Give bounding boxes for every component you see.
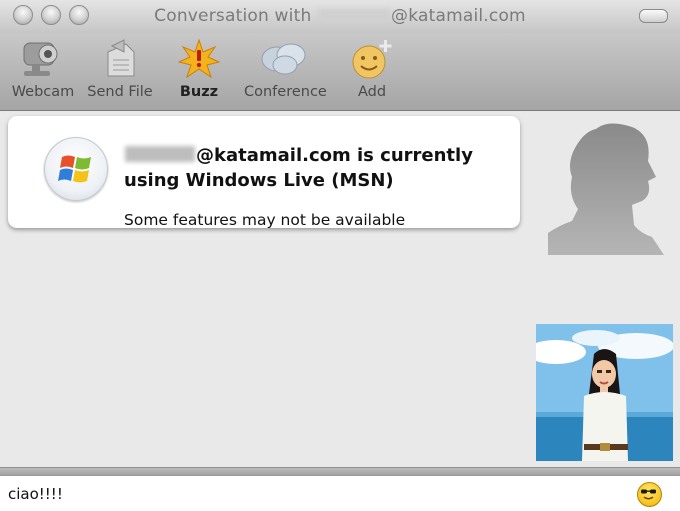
buzz-icon: [159, 38, 239, 80]
window-title-prefix: Conversation with: [154, 6, 312, 26]
contact-avatar-silhouette[interactable]: [548, 121, 664, 259]
title-bar: Conversation with @katamail.com: [0, 0, 680, 33]
windows-logo-icon: [44, 137, 108, 201]
add-label: Add: [357, 84, 387, 100]
message-composer[interactable]: ciao!!!!: [0, 475, 680, 511]
conference-icon: [244, 38, 324, 80]
webcam-label: Webcam: [11, 84, 75, 100]
redacted-username: [318, 9, 391, 22]
notice-line1: @katamail.com is currently: [196, 145, 473, 166]
webcam-button[interactable]: Webcam: [3, 38, 83, 100]
buzz-label: Buzz: [179, 84, 219, 100]
conference-label: Conference: [244, 84, 327, 100]
window-title: Conversation with @katamail.com: [0, 6, 680, 26]
notice-line2: using Windows Live (MSN): [124, 170, 394, 191]
redacted-username: [125, 146, 195, 162]
notice-heading: @katamail.com is currently using Windows…: [124, 143, 504, 193]
message-input[interactable]: ciao!!!!: [8, 485, 63, 503]
add-contact-button[interactable]: Add: [332, 38, 412, 100]
buzz-button[interactable]: Buzz: [159, 38, 239, 100]
conference-button[interactable]: Conference: [244, 38, 327, 100]
webcam-icon: [3, 38, 83, 80]
notice-card: @katamail.com is currently using Windows…: [8, 116, 520, 229]
toolbar-toggle-button[interactable]: [639, 9, 668, 23]
send-file-label: Send File: [87, 84, 153, 100]
composer-divider[interactable]: [0, 467, 680, 475]
window-title-suffix: @katamail.com: [391, 6, 526, 26]
send-file-button[interactable]: Send File: [80, 38, 160, 100]
add-contact-icon: [332, 38, 412, 80]
user-avatar[interactable]: [536, 324, 673, 461]
notice-note: Some features may not be available: [124, 211, 406, 229]
chat-area: @katamail.com is currently using Windows…: [0, 111, 680, 467]
send-file-icon: [80, 38, 160, 80]
toolbar: Webcam Send File Buzz Conference Add: [0, 33, 680, 111]
sunglasses-emoticon-icon[interactable]: [637, 482, 662, 507]
